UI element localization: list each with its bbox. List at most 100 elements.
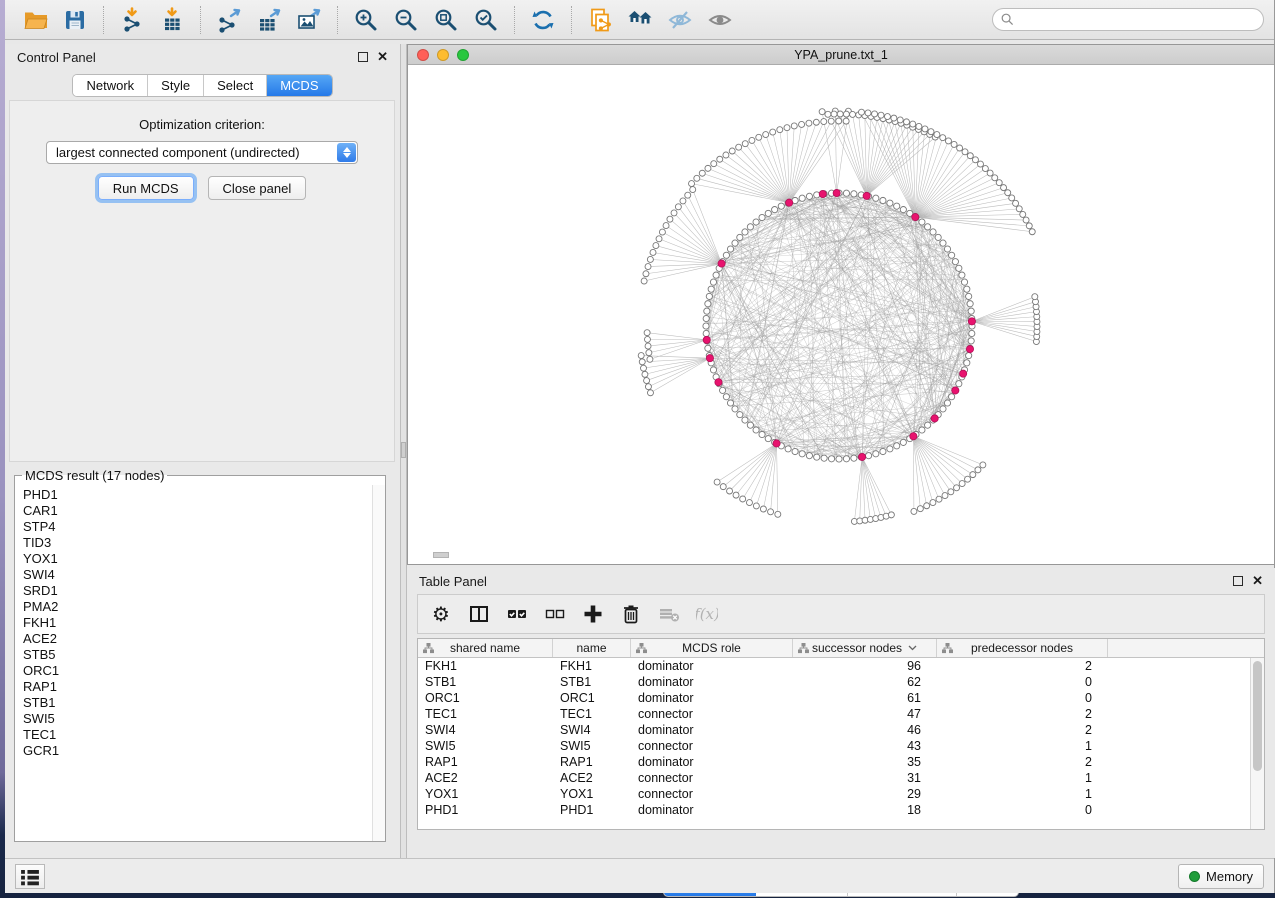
table-cell[interactable]: FKH1	[553, 658, 631, 674]
network-overview-button[interactable]	[620, 3, 660, 37]
table-cell[interactable]: dominator	[631, 674, 793, 690]
column-header-predecessor-nodes[interactable]: predecessor nodes	[937, 639, 1108, 657]
control-panel-float-button[interactable]	[358, 52, 368, 62]
criterion-select[interactable]: largest connected component (undirected)	[46, 141, 358, 164]
mcds-result-item[interactable]: RAP1	[23, 679, 372, 695]
mcds-result-item[interactable]: GCR1	[23, 743, 372, 759]
table-row[interactable]: PHD1PHD1dominator180	[418, 802, 1250, 818]
table-cell[interactable]: dominator	[631, 722, 793, 738]
save-session-button[interactable]	[55, 3, 95, 37]
table-cell[interactable]: dominator	[631, 658, 793, 674]
column-header-successor-nodes[interactable]: successor nodes	[793, 639, 937, 657]
tab-mcds[interactable]: MCDS	[267, 75, 331, 96]
delete-column-button[interactable]	[614, 598, 648, 630]
network-titlebar[interactable]: YPA_prune.txt_1	[408, 45, 1274, 65]
table-cell[interactable]: ORC1	[418, 690, 553, 706]
table-cell[interactable]: 0	[937, 802, 1108, 818]
search-field[interactable]	[992, 8, 1264, 31]
table-cell[interactable]: 62	[793, 674, 937, 690]
deselect-all-button[interactable]	[538, 598, 572, 630]
clone-network-button[interactable]	[580, 3, 620, 37]
table-panel-close-button[interactable]: ✕	[1252, 576, 1263, 586]
table-cell[interactable]: 18	[793, 802, 937, 818]
table-cell[interactable]: 61	[793, 690, 937, 706]
table-cell[interactable]: 2	[937, 658, 1108, 674]
mcds-result-item[interactable]: YOX1	[23, 551, 372, 567]
table-cell[interactable]: connector	[631, 706, 793, 722]
table-cell[interactable]: SWI4	[418, 722, 553, 738]
table-cell[interactable]: PHD1	[553, 802, 631, 818]
mcds-result-item[interactable]: SRD1	[23, 583, 372, 599]
table-cell[interactable]: connector	[631, 738, 793, 754]
tab-network[interactable]: Network	[73, 75, 148, 96]
table-row[interactable]: ORC1ORC1dominator610	[418, 690, 1250, 706]
table-cell[interactable]: 2	[937, 754, 1108, 770]
table-cell[interactable]: STB1	[418, 674, 553, 690]
table-cell[interactable]: connector	[631, 786, 793, 802]
import-table-button[interactable]	[152, 3, 192, 37]
table-cell[interactable]: YOX1	[553, 786, 631, 802]
mcds-result-item[interactable]: STB5	[23, 647, 372, 663]
table-row[interactable]: ACE2ACE2connector311	[418, 770, 1250, 786]
zoom-selected-button[interactable]	[466, 3, 506, 37]
mcds-result-item[interactable]: TID3	[23, 535, 372, 551]
mcds-result-item[interactable]: TEC1	[23, 727, 372, 743]
table-cell[interactable]: 35	[793, 754, 937, 770]
show-view-button[interactable]	[700, 3, 740, 37]
mcds-result-item[interactable]: PMA2	[23, 599, 372, 615]
add-column-button[interactable]	[576, 598, 610, 630]
import-network-button[interactable]	[112, 3, 152, 37]
mcds-result-item[interactable]: ACE2	[23, 631, 372, 647]
mcds-result-item[interactable]: STB1	[23, 695, 372, 711]
close-panel-button[interactable]: Close panel	[208, 176, 307, 200]
run-mcds-button[interactable]: Run MCDS	[98, 176, 194, 200]
network-canvas[interactable]	[408, 65, 1274, 564]
table-cell[interactable]: 1	[937, 786, 1108, 802]
export-table-button[interactable]	[249, 3, 289, 37]
mcds-result-item[interactable]: ORC1	[23, 663, 372, 679]
horizontal-splitter-handle[interactable]	[433, 552, 449, 558]
table-cell[interactable]: TEC1	[553, 706, 631, 722]
vertical-splitter[interactable]	[400, 44, 407, 858]
split-panel-button[interactable]	[462, 598, 496, 630]
table-cell[interactable]: 31	[793, 770, 937, 786]
table-cell[interactable]: 43	[793, 738, 937, 754]
select-all-button[interactable]	[500, 598, 534, 630]
table-cell[interactable]: connector	[631, 770, 793, 786]
mcds-result-item[interactable]: SWI5	[23, 711, 372, 727]
zoom-in-button[interactable]	[346, 3, 386, 37]
table-row[interactable]: FKH1FKH1dominator962	[418, 658, 1250, 674]
memory-button[interactable]: Memory	[1178, 864, 1264, 889]
table-cell[interactable]: ACE2	[418, 770, 553, 786]
table-panel-float-button[interactable]	[1233, 576, 1243, 586]
vertical-splitter-handle[interactable]	[401, 442, 406, 458]
mcds-result-item[interactable]: CAR1	[23, 503, 372, 519]
table-row[interactable]: SWI5SWI5connector431	[418, 738, 1250, 754]
table-cell[interactable]: RAP1	[418, 754, 553, 770]
column-header-MCDS-role[interactable]: MCDS role	[631, 639, 793, 657]
zoom-fit-button[interactable]	[426, 3, 466, 37]
mcds-result-item[interactable]: SWI4	[23, 567, 372, 583]
table-settings-button[interactable]: ⚙	[424, 598, 458, 630]
mcds-result-item[interactable]: STP4	[23, 519, 372, 535]
refresh-button[interactable]	[523, 3, 563, 37]
export-network-button[interactable]	[209, 3, 249, 37]
table-cell[interactable]: 96	[793, 658, 937, 674]
table-cell[interactable]: STB1	[553, 674, 631, 690]
table-cell[interactable]: dominator	[631, 690, 793, 706]
table-cell[interactable]: 2	[937, 706, 1108, 722]
show-panels-button[interactable]	[15, 864, 45, 889]
table-cell[interactable]: 47	[793, 706, 937, 722]
table-row[interactable]: RAP1RAP1dominator352	[418, 754, 1250, 770]
table-cell[interactable]: 0	[937, 690, 1108, 706]
table-cell[interactable]: dominator	[631, 802, 793, 818]
table-row[interactable]: YOX1YOX1connector291	[418, 786, 1250, 802]
mcds-result-item[interactable]: FKH1	[23, 615, 372, 631]
zoom-out-button[interactable]	[386, 3, 426, 37]
table-cell[interactable]: 0	[937, 674, 1108, 690]
table-cell[interactable]: TEC1	[418, 706, 553, 722]
hide-panels-button[interactable]	[660, 3, 700, 37]
table-cell[interactable]: dominator	[631, 754, 793, 770]
control-panel-close-button[interactable]: ✕	[377, 52, 388, 62]
table-cell[interactable]: YOX1	[418, 786, 553, 802]
